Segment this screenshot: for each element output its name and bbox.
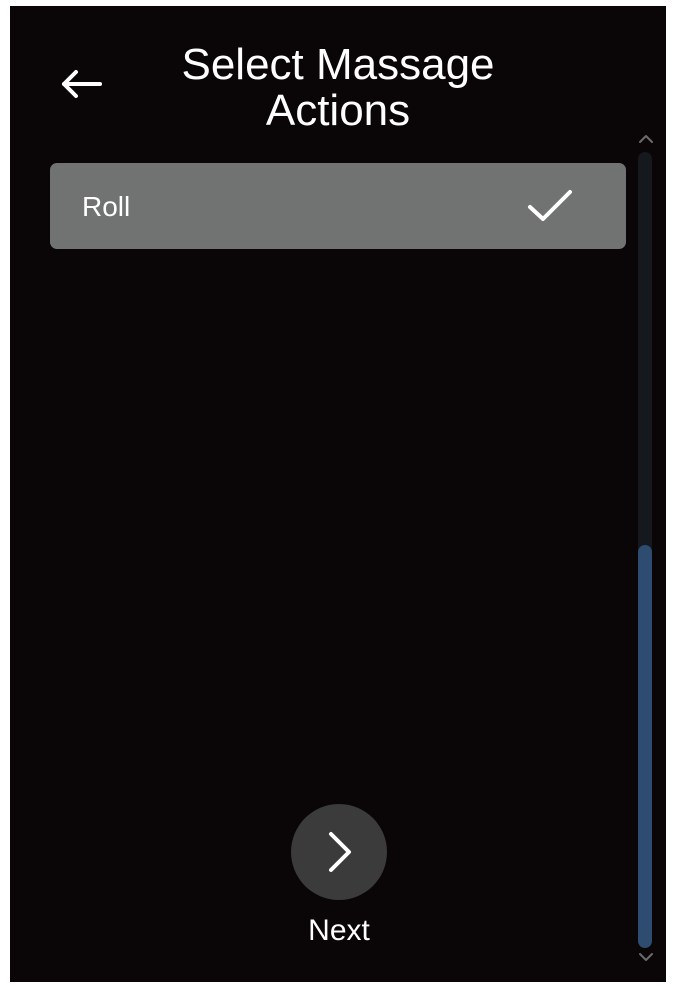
scroll-up-icon[interactable]	[638, 134, 654, 144]
scroll-thumb[interactable]	[638, 545, 652, 948]
scroll-down-icon[interactable]	[638, 952, 654, 962]
next-button[interactable]	[291, 804, 387, 900]
arrow-left-icon	[62, 70, 102, 98]
back-button[interactable]	[56, 62, 106, 106]
next-label: Next	[308, 914, 370, 947]
page-title: Select Massage Actions	[181, 40, 495, 135]
action-item-label: Roll	[82, 191, 131, 222]
massage-actions-screen: Select Massage Actions Roll Next	[10, 6, 666, 982]
chevron-right-icon	[329, 832, 351, 872]
action-item-roll[interactable]: Roll	[50, 163, 626, 249]
scroll-track[interactable]	[638, 152, 652, 948]
scrollbar[interactable]	[634, 134, 658, 964]
check-icon	[528, 190, 572, 221]
